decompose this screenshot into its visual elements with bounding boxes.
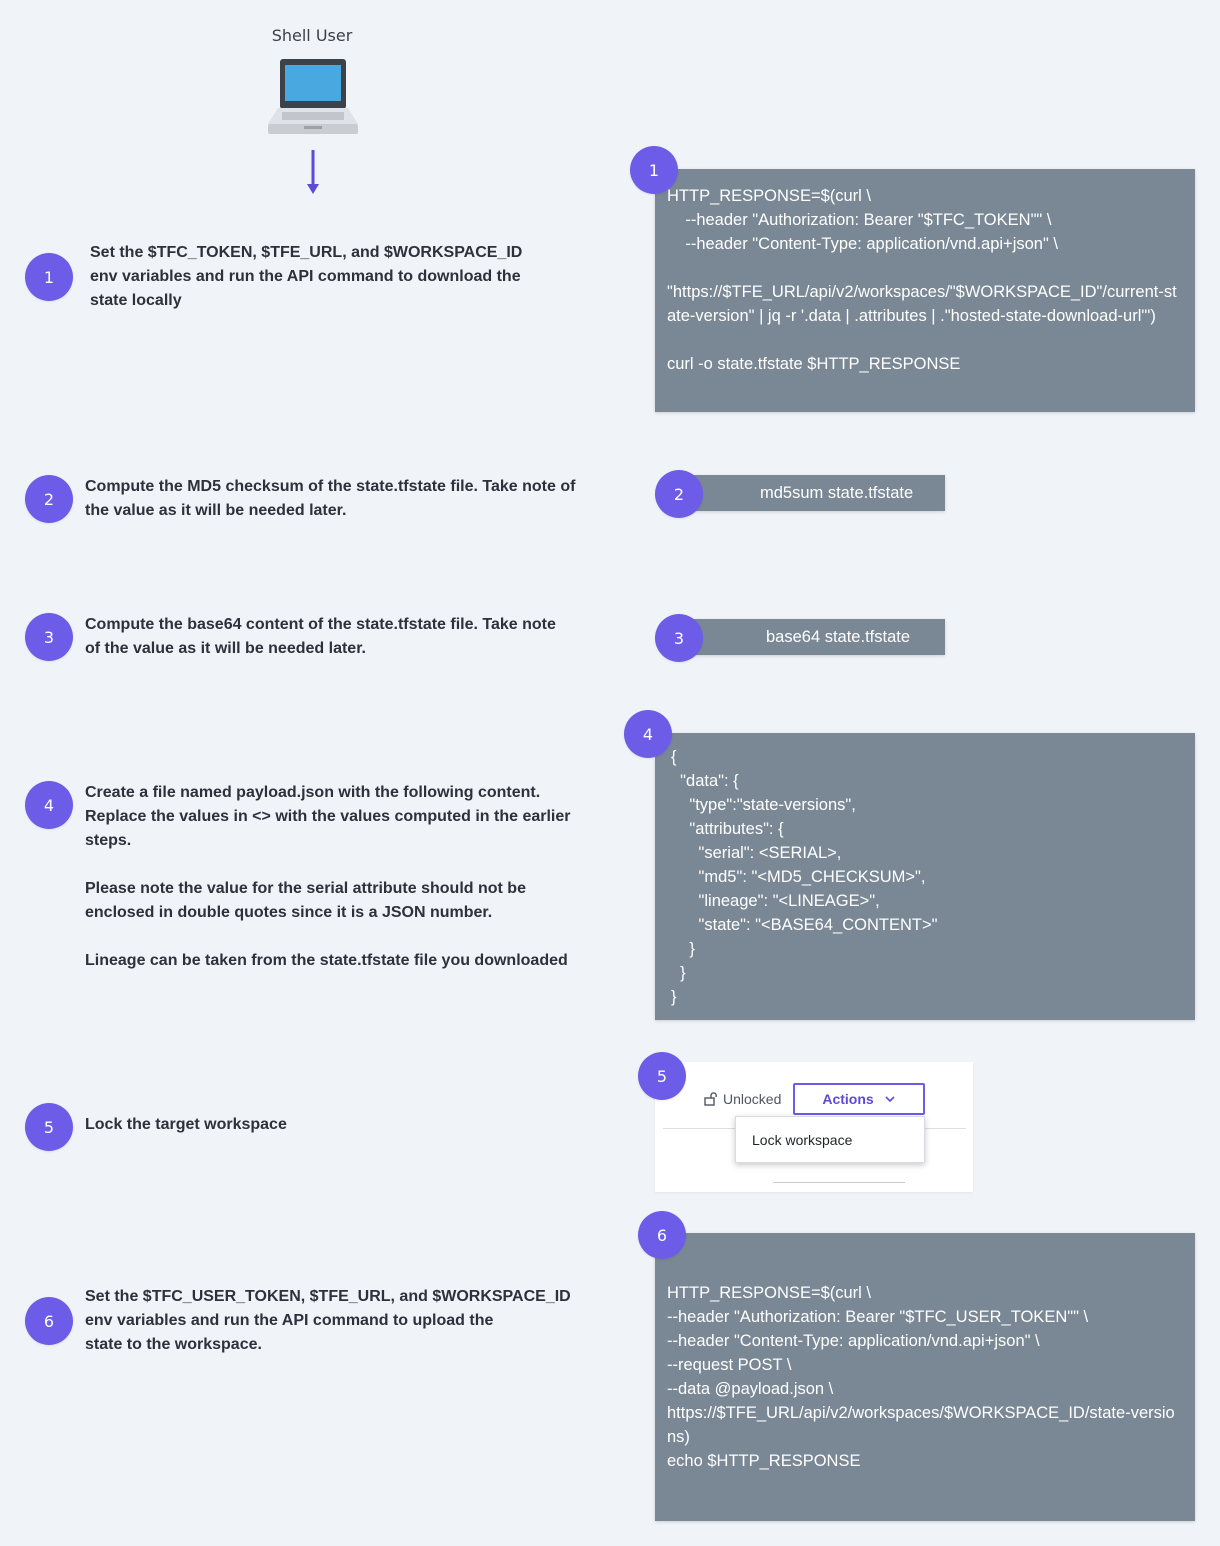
step-2-badge: 2 — [25, 475, 73, 523]
step-4-text: Create a file named payload.json with th… — [85, 784, 571, 969]
step-6-badge: 6 — [25, 1297, 73, 1345]
step-5-text: Lock the target workspace — [85, 1116, 287, 1133]
card-underline — [773, 1182, 905, 1183]
arrow-down-icon — [307, 150, 319, 194]
laptop-icon — [268, 59, 358, 134]
lock-status-label: Unlocked — [723, 1091, 782, 1107]
step-1-badge: 1 — [25, 253, 73, 301]
step-3-text: Compute the base64 content of the state.… — [85, 616, 556, 657]
chevron-down-icon — [885, 1096, 895, 1103]
step-5-code-badge: 5 — [638, 1052, 686, 1100]
lock-workspace-menu-item[interactable]: Lock workspace — [735, 1116, 925, 1163]
step-3-code: base64 state.tfstate — [680, 619, 945, 655]
step-6-code-badge: 6 — [638, 1211, 686, 1259]
lock-status: Unlocked — [704, 1091, 781, 1107]
actor-label: Shell User — [271, 26, 353, 45]
step-3-badge: 3 — [25, 613, 73, 661]
step-4-code-badge: 4 — [624, 710, 672, 758]
unlocked-icon — [704, 1092, 717, 1106]
step-1-text: Set the $TFC_TOKEN, $TFE_URL, and $WORKS… — [90, 244, 523, 309]
actions-button-label: Actions — [822, 1091, 874, 1107]
step-1-code-badge: 1 — [630, 146, 678, 194]
step-4-code: { "data": { "type":"state-versions", "at… — [655, 733, 1195, 1020]
actions-button[interactable]: Actions — [793, 1083, 925, 1115]
step-2-code: md5sum state.tfstate — [680, 475, 945, 511]
step-3-code-badge: 3 — [655, 614, 703, 662]
step-1-code: HTTP_RESPONSE=$(curl \ --header "Authori… — [655, 169, 1195, 412]
step-4-badge: 4 — [25, 781, 73, 829]
step-6-code: HTTP_RESPONSE=$(curl \ --header "Authori… — [655, 1233, 1195, 1521]
step-6-text: Set the $TFC_USER_TOKEN, $TFE_URL, and $… — [85, 1288, 571, 1353]
step-2-text: Compute the MD5 checksum of the state.tf… — [85, 478, 576, 519]
step-2-code-badge: 2 — [655, 470, 703, 518]
step-5-badge: 5 — [25, 1103, 73, 1151]
